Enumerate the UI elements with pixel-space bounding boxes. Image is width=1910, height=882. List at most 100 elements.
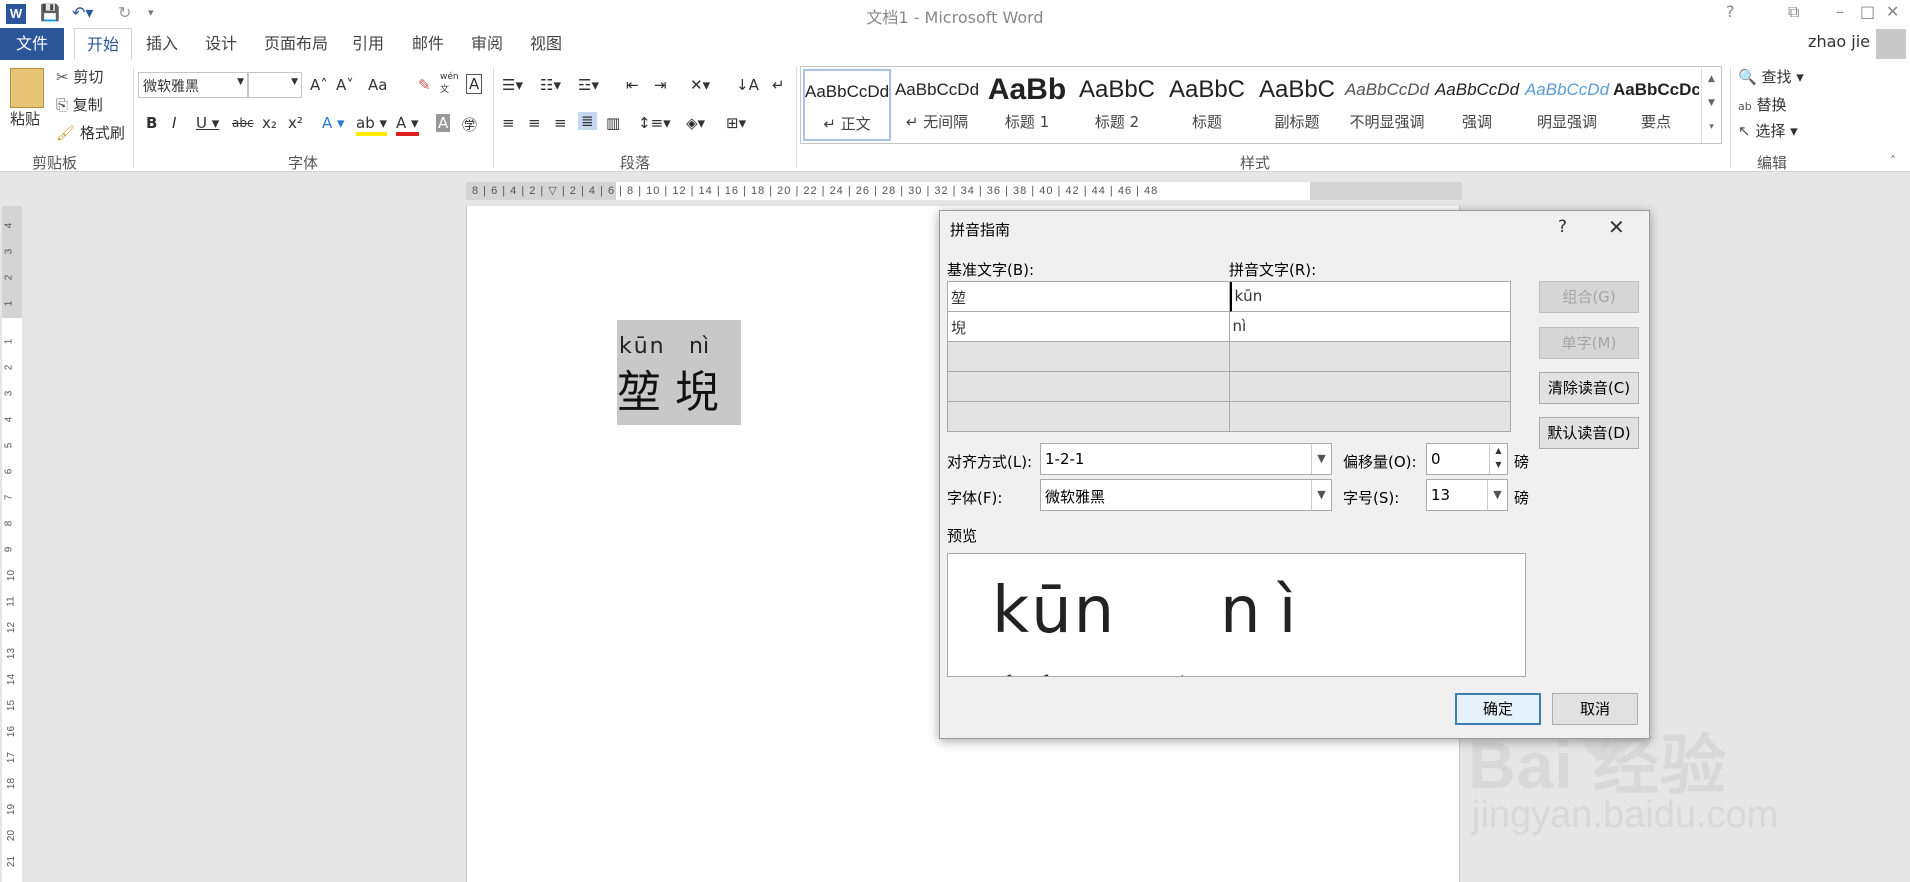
base-text-field[interactable]: 堄 xyxy=(948,312,1230,342)
style-heading2[interactable]: AaBbC 标题 2 xyxy=(1073,69,1161,141)
ruby-text-field[interactable] xyxy=(1229,342,1511,372)
help-icon[interactable]: ? xyxy=(1558,217,1567,237)
show-marks-icon[interactable]: ↵ xyxy=(772,76,785,94)
cancel-button[interactable]: 取消 xyxy=(1552,693,1638,725)
justify-icon[interactable]: ≣ xyxy=(578,112,597,130)
asian-layout-icon[interactable]: ✕▾ xyxy=(690,76,710,94)
style-strong[interactable]: AaBbCcDc 要点 xyxy=(1613,69,1699,141)
enclose-char-icon[interactable]: ㊫ xyxy=(462,114,477,135)
ribbon-display-icon[interactable]: ⧉ xyxy=(1788,2,1799,22)
mono-button[interactable]: 单字(M) xyxy=(1539,327,1639,359)
close-icon[interactable]: ✕ xyxy=(1608,215,1625,239)
style-intense-emphasis[interactable]: AaBbCcDd 明显强调 xyxy=(1523,69,1611,141)
underline-icon[interactable]: U ▾ xyxy=(196,114,219,132)
sort-icon[interactable]: ↓A xyxy=(736,76,759,94)
horizontal-ruler[interactable]: 8 | 6 | 4 | 2 | ▽ | 2 | 4 | 6 | 8 | 10 |… xyxy=(466,182,1462,200)
numbering-icon[interactable]: ☷▾ xyxy=(540,76,561,94)
collapse-ribbon-icon[interactable]: ˄ xyxy=(1890,154,1896,168)
user-name[interactable]: zhao jie xyxy=(1808,32,1870,51)
tab-layout[interactable]: 页面布局 xyxy=(264,28,328,60)
paste-button[interactable]: 粘贴 xyxy=(10,108,40,129)
vertical-ruler-number: 3 xyxy=(3,390,15,397)
tab-home[interactable]: 开始 xyxy=(74,28,133,61)
style-no-spacing[interactable]: AaBbCcDd ↵ 无间隔 xyxy=(893,69,981,141)
style-heading1[interactable]: AaBb 标题 1 xyxy=(983,69,1071,141)
clear-format-icon[interactable]: ✎ xyxy=(418,76,431,94)
tab-review[interactable]: 审阅 xyxy=(471,28,503,60)
format-painter-button[interactable]: 🖌 格式刷 xyxy=(56,122,125,143)
select-button[interactable]: ↖ 选择 ▾ xyxy=(1738,120,1798,141)
tab-insert[interactable]: 插入 xyxy=(146,28,178,60)
close-icon[interactable]: ✕ xyxy=(1886,2,1899,21)
superscript-icon[interactable]: x² xyxy=(288,114,303,132)
tab-design[interactable]: 设计 xyxy=(205,28,237,60)
style-subtle-emphasis[interactable]: AaBbCcDd 不明显强调 xyxy=(1343,69,1431,141)
ok-button[interactable]: 确定 xyxy=(1455,693,1541,725)
ruby-text-field[interactable]: nì xyxy=(1229,312,1511,342)
ruby-text-field[interactable] xyxy=(1229,372,1511,402)
find-button[interactable]: 🔍 查找 ▾ xyxy=(1738,66,1804,87)
replace-button[interactable]: ab 替换 xyxy=(1738,94,1787,115)
default-reading-button[interactable]: 默认读音(D) xyxy=(1539,417,1639,449)
size-select[interactable]: 13 ▼ xyxy=(1426,479,1508,511)
strikethrough-icon[interactable]: abc xyxy=(232,116,254,130)
gallery-scroll[interactable]: ▲ ▼ ▾ xyxy=(1701,67,1721,143)
style-normal[interactable]: AaBbCcDd ↵ 正文 xyxy=(803,69,891,141)
tab-view[interactable]: 视图 xyxy=(530,28,562,60)
decrease-indent-icon[interactable]: ⇤ xyxy=(626,76,639,94)
font-name-combo[interactable]: 微软雅黑 ▼ xyxy=(138,72,248,98)
multilevel-list-icon[interactable]: ☲▾ xyxy=(578,76,599,94)
group-button[interactable]: 组合(G) xyxy=(1539,281,1639,313)
tab-references[interactable]: 引用 xyxy=(352,28,384,60)
font-select[interactable]: 微软雅黑 ▼ xyxy=(1040,479,1332,511)
font-color-icon[interactable]: A ▾ xyxy=(396,114,419,136)
style-emphasis[interactable]: AaBbCcDd 强调 xyxy=(1433,69,1521,141)
style-subtitle[interactable]: AaBbC 副标题 xyxy=(1253,69,1341,141)
shading-icon[interactable]: ◈▾ xyxy=(686,114,705,132)
ruby-text-field[interactable]: kūn xyxy=(1229,282,1511,312)
shrink-font-icon[interactable]: A˅ xyxy=(336,76,354,94)
char-border-icon[interactable]: A xyxy=(466,74,483,94)
grow-font-icon[interactable]: A˄ xyxy=(310,76,328,94)
minimize-icon[interactable]: – xyxy=(1836,2,1844,21)
align-center-icon[interactable]: ≡ xyxy=(528,114,541,132)
clear-reading-button[interactable]: 清除读音(C) xyxy=(1539,372,1639,404)
avatar[interactable] xyxy=(1876,29,1906,59)
base-text-field[interactable] xyxy=(948,402,1230,432)
distributed-icon[interactable]: ▥ xyxy=(606,114,620,132)
spinner-arrows-icon[interactable]: ▲ ▼ xyxy=(1489,444,1507,474)
phonetic-guide-button[interactable]: wén 文 xyxy=(440,72,459,95)
vertical-ruler[interactable]: 4 3 2 1 1 2 3 4 5 6 7 8 9 10 11 12 13 14 15 16 17 18 19 20 21 xyxy=(2,206,22,882)
italic-icon[interactable]: I xyxy=(172,114,176,132)
borders-icon[interactable]: ⊞▾ xyxy=(726,114,746,132)
bullets-icon[interactable]: ☰▾ xyxy=(502,76,523,94)
paste-icon[interactable] xyxy=(10,68,44,108)
style-title[interactable]: AaBbC 标题 xyxy=(1163,69,1251,141)
maximize-icon[interactable]: □ xyxy=(1860,2,1875,21)
align-right-icon[interactable]: ≡ xyxy=(554,114,567,132)
phonetic-text-selection[interactable]: kūn nì 堃 堄 xyxy=(617,320,741,425)
base-text-field[interactable]: 堃 xyxy=(948,282,1230,312)
ruby-text-field[interactable] xyxy=(1229,402,1511,432)
align-left-icon[interactable]: ≡ xyxy=(502,114,515,132)
base-text-field[interactable] xyxy=(948,342,1230,372)
chevron-down-icon: ▼ xyxy=(291,77,298,87)
base-text-field[interactable] xyxy=(948,372,1230,402)
increase-indent-icon[interactable]: ⇥ xyxy=(654,76,667,94)
help-icon[interactable]: ? xyxy=(1726,2,1735,21)
tab-mailings[interactable]: 邮件 xyxy=(412,28,444,60)
copy-button[interactable]: ⎘ 复制 xyxy=(56,94,103,115)
subscript-icon[interactable]: x₂ xyxy=(262,114,277,132)
bold-icon[interactable]: B xyxy=(146,114,157,132)
change-case-button[interactable]: Aa xyxy=(368,76,387,94)
alignment-select[interactable]: 1-2-1 ▼ xyxy=(1040,443,1332,475)
char-shading-icon[interactable]: A xyxy=(436,114,451,132)
font-size-combo[interactable]: ▼ xyxy=(248,72,302,98)
cut-button[interactable]: ✂ 剪切 xyxy=(56,66,103,87)
highlight-icon[interactable]: ab ▾ xyxy=(356,114,388,136)
line-spacing-icon[interactable]: ↕≡▾ xyxy=(638,114,671,132)
text-effects-icon[interactable]: A ▾ xyxy=(322,114,345,132)
vertical-ruler-number: 9 xyxy=(3,546,15,553)
tab-file[interactable]: 文件 xyxy=(0,28,64,60)
offset-spinner[interactable]: 0 ▲ ▼ xyxy=(1426,443,1508,475)
